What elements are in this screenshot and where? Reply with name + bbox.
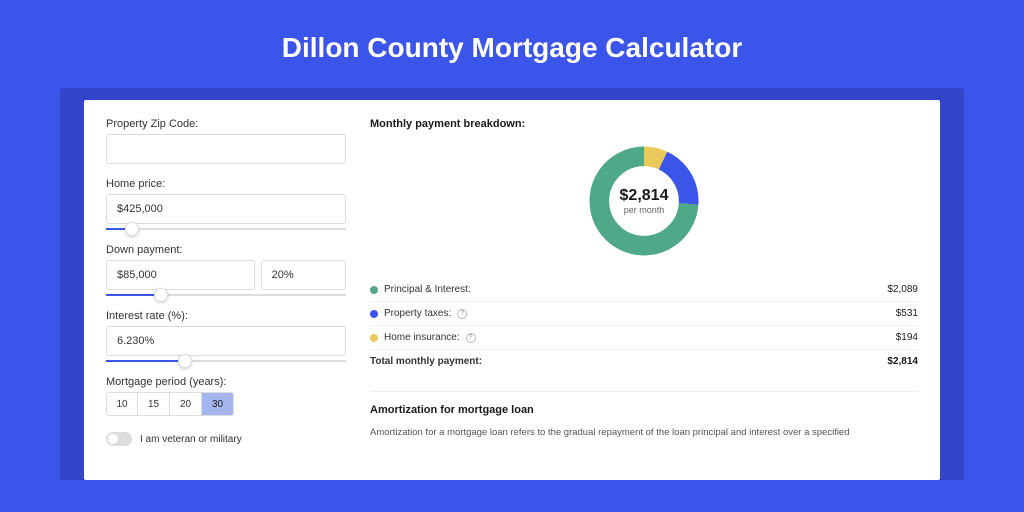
period-button-group: 10 15 20 30 xyxy=(106,392,346,416)
total-value: $2,814 xyxy=(887,356,918,367)
home-price-label: Home price: xyxy=(106,178,346,190)
legend-label: Home insurance: xyxy=(384,332,460,343)
donut-sub: per month xyxy=(624,205,665,215)
legend-row-principal: Principal & Interest: $2,089 xyxy=(370,278,918,301)
down-payment-input[interactable] xyxy=(106,260,255,290)
zip-label: Property Zip Code: xyxy=(106,118,346,130)
veteran-toggle-row: I am veteran or military xyxy=(106,432,346,446)
legend: Principal & Interest: $2,089 Property ta… xyxy=(370,278,918,373)
down-payment-pct-input[interactable] xyxy=(261,260,346,290)
breakdown-column: Monthly payment breakdown: $2,814 per mo… xyxy=(370,118,918,462)
page-title: Dillon County Mortgage Calculator xyxy=(0,0,1024,88)
donut-chart: $2,814 per month xyxy=(585,142,703,260)
down-payment-field: Down payment: xyxy=(106,244,346,296)
legend-value: $531 xyxy=(896,308,918,319)
home-price-field: Home price: xyxy=(106,178,346,230)
interest-rate-slider[interactable] xyxy=(106,360,346,362)
down-payment-label: Down payment: xyxy=(106,244,346,256)
calculator-body: Property Zip Code: Home price: Down paym… xyxy=(84,100,940,480)
home-price-input[interactable] xyxy=(106,194,346,224)
form-column: Property Zip Code: Home price: Down paym… xyxy=(106,118,346,462)
amortization-section: Amortization for mortgage loan Amortizat… xyxy=(370,391,918,439)
period-btn-20[interactable]: 20 xyxy=(170,392,202,416)
period-btn-30[interactable]: 30 xyxy=(202,392,234,416)
mortgage-period-label: Mortgage period (years): xyxy=(106,376,346,388)
down-payment-slider[interactable] xyxy=(106,294,346,296)
zip-field: Property Zip Code: xyxy=(106,118,346,164)
interest-rate-label: Interest rate (%): xyxy=(106,310,346,322)
total-label: Total monthly payment: xyxy=(370,356,482,367)
zip-input[interactable] xyxy=(106,134,346,164)
dot-blue-icon xyxy=(370,310,378,318)
legend-row-total: Total monthly payment: $2,814 xyxy=(370,349,918,373)
veteran-label: I am veteran or military xyxy=(140,434,242,445)
interest-rate-field: Interest rate (%): xyxy=(106,310,346,362)
info-icon[interactable]: ? xyxy=(457,309,467,319)
mortgage-period-field: Mortgage period (years): 10 15 20 30 xyxy=(106,376,346,416)
veteran-toggle[interactable] xyxy=(106,432,132,446)
legend-row-insurance: Home insurance: ? $194 xyxy=(370,325,918,349)
legend-row-taxes: Property taxes: ? $531 xyxy=(370,301,918,325)
interest-rate-input[interactable] xyxy=(106,326,346,356)
legend-label: Principal & Interest: xyxy=(384,284,471,295)
legend-label: Property taxes: xyxy=(384,308,451,319)
dot-yellow-icon xyxy=(370,334,378,342)
donut-total: $2,814 xyxy=(620,187,669,205)
dot-green-icon xyxy=(370,286,378,294)
donut-chart-wrap: $2,814 per month xyxy=(370,142,918,260)
legend-value: $194 xyxy=(896,332,918,343)
calculator-card: Property Zip Code: Home price: Down paym… xyxy=(60,88,964,480)
home-price-slider[interactable] xyxy=(106,228,346,230)
period-btn-15[interactable]: 15 xyxy=(138,392,170,416)
legend-value: $2,089 xyxy=(887,284,918,295)
amortization-title: Amortization for mortgage loan xyxy=(370,404,918,416)
breakdown-title: Monthly payment breakdown: xyxy=(370,118,918,130)
period-btn-10[interactable]: 10 xyxy=(106,392,138,416)
info-icon[interactable]: ? xyxy=(466,333,476,343)
amortization-text: Amortization for a mortgage loan refers … xyxy=(370,426,918,439)
